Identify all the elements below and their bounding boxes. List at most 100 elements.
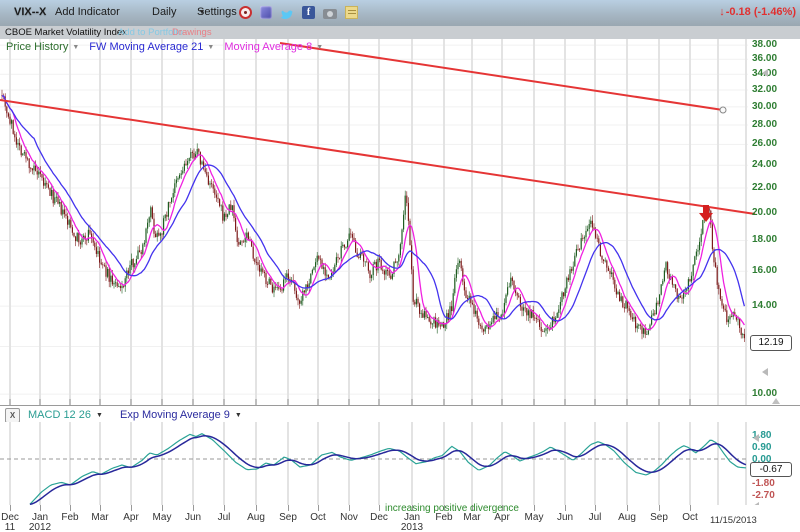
price-tick: 38.00 xyxy=(752,39,777,50)
month-label: Mar xyxy=(85,512,115,523)
toolbar: VIX--X Add Indicator Daily▼ Settings f ↓… xyxy=(0,0,800,27)
month-label: May xyxy=(519,512,549,523)
month-label: Sep xyxy=(644,512,674,523)
price-history-label: Price History xyxy=(6,41,68,53)
chevron-down-icon: ▼ xyxy=(316,44,323,51)
axis-marker-icon[interactable] xyxy=(753,434,759,442)
close-indicator-button[interactable]: X xyxy=(5,408,20,423)
price-legend: Price History ▼ FW Moving Average 21 ▼ Mov… xyxy=(6,41,323,53)
time-tick xyxy=(10,505,11,511)
macd-ema-dropdown[interactable]: Exp Moving Average 9 ▼ xyxy=(120,409,242,421)
time-tick xyxy=(288,505,289,511)
facebook-icon[interactable]: f xyxy=(302,6,315,19)
macd-ema-label: Exp Moving Average 9 xyxy=(120,409,230,421)
divergence-annotation: increasing positive divergence xyxy=(385,503,519,514)
macd-label: MACD 12 26 xyxy=(28,409,91,421)
notes-icon[interactable] xyxy=(345,6,358,19)
last-price-badge: 12.19 xyxy=(750,335,792,351)
price-chart[interactable] xyxy=(0,39,800,405)
month-label: May xyxy=(147,512,177,523)
month-label: Oct xyxy=(675,512,705,523)
time-tick xyxy=(193,505,194,511)
price-tick: 14.00 xyxy=(752,300,777,311)
month-label: Jun xyxy=(550,512,580,523)
ma21-dropdown[interactable]: FW Moving Average 21 ▼ xyxy=(89,41,214,53)
time-tick xyxy=(627,505,628,511)
time-tick xyxy=(379,505,380,511)
camera-icon[interactable] xyxy=(323,9,337,19)
macd-tick: 0.90 xyxy=(752,442,771,453)
ma8-dropdown[interactable]: Moving Average 8 ▼ xyxy=(224,41,323,53)
price-tick: 30.00 xyxy=(752,101,777,112)
price-tick: 20.00 xyxy=(752,207,777,218)
macd-chart[interactable] xyxy=(0,422,800,505)
ma8-label: Moving Average 8 xyxy=(224,41,312,53)
axis-marker-icon[interactable] xyxy=(762,368,768,376)
year-label: 2013 xyxy=(395,522,429,532)
time-tick xyxy=(70,505,71,511)
price-tick: 16.00 xyxy=(752,265,777,276)
month-label: Apr xyxy=(116,512,146,523)
macd-tick: -2.70 xyxy=(752,490,775,501)
price-chart-pane: Price History ▼ FW Moving Average 21 ▼ Mov… xyxy=(0,39,800,405)
price-tick: 26.00 xyxy=(752,138,777,149)
time-tick xyxy=(595,505,596,511)
time-tick xyxy=(100,505,101,511)
end-date-label: 11/15/2013 xyxy=(710,515,757,526)
month-label: Oct xyxy=(303,512,333,523)
symbol-label: VIX--X xyxy=(14,6,46,18)
chevron-down-icon: ▼ xyxy=(96,412,103,419)
time-tick xyxy=(318,505,319,511)
macd-last-badge: -0.67 xyxy=(750,462,792,477)
chevron-down-icon: ▼ xyxy=(72,44,79,51)
month-label: Feb xyxy=(55,512,85,523)
macd-dropdown[interactable]: MACD 12 26 ▼ xyxy=(28,409,103,421)
time-tick xyxy=(40,505,41,511)
price-change: ↓-0.18 (-1.46%) xyxy=(719,6,796,18)
price-tick: 18.00 xyxy=(752,234,777,245)
time-tick xyxy=(349,505,350,511)
twitter-icon[interactable] xyxy=(280,7,294,19)
month-label: Jun xyxy=(178,512,208,523)
month-label: Nov xyxy=(334,512,364,523)
price-history-dropdown[interactable]: Price History ▼ xyxy=(6,41,79,53)
month-label: Sep xyxy=(273,512,303,523)
time-tick xyxy=(534,505,535,511)
month-label: Aug xyxy=(612,512,642,523)
month-label: Aug xyxy=(241,512,271,523)
period-value: Daily xyxy=(152,6,176,18)
pane-resize-icon[interactable] xyxy=(772,398,780,404)
time-tick xyxy=(162,505,163,511)
time-tick xyxy=(690,505,691,511)
month-label: Jul xyxy=(580,512,610,523)
price-change-value: -0.18 (-1.46%) xyxy=(726,6,796,18)
drawings-link[interactable]: Drawings xyxy=(172,27,212,38)
time-tick xyxy=(224,505,225,511)
year-label: 2012 xyxy=(23,522,57,532)
toolbar-icons: f xyxy=(239,4,358,21)
time-tick xyxy=(131,505,132,511)
chevron-down-icon: ▼ xyxy=(207,44,214,51)
chevron-down-icon: ▼ xyxy=(235,412,242,419)
symbol-name: CBOE Market Volatility Index xyxy=(5,27,127,38)
settings-button[interactable]: Settings xyxy=(197,6,237,18)
price-tick: 32.00 xyxy=(752,84,777,95)
add-indicator-button[interactable]: Add Indicator xyxy=(55,6,120,18)
library-icon[interactable] xyxy=(260,6,272,19)
price-tick: 24.00 xyxy=(752,159,777,170)
macd-tick: -1.80 xyxy=(752,478,775,489)
axis-marker-icon[interactable] xyxy=(762,69,768,77)
time-tick xyxy=(256,505,257,511)
alarm-icon[interactable] xyxy=(239,6,252,19)
time-tick xyxy=(659,505,660,511)
month-label: Jul xyxy=(209,512,239,523)
price-tick: 22.00 xyxy=(752,182,777,193)
macd-header: X MACD 12 26 ▼ Exp Moving Average 9 ▼ xyxy=(0,405,800,423)
macd-chart-pane: 1.800.900.00-1.80-2.70 -0.67 increasing … xyxy=(0,422,800,505)
ma21-label: FW Moving Average 21 xyxy=(89,41,203,53)
price-tick: 36.00 xyxy=(752,53,777,64)
symbol-bar: CBOE Market Volatility Index Add to Port… xyxy=(0,26,800,40)
app-window: VIX--X Add Indicator Daily ▼ Settings f ↓… xyxy=(0,0,800,532)
price-tick: 28.00 xyxy=(752,119,777,130)
time-tick xyxy=(565,505,566,511)
